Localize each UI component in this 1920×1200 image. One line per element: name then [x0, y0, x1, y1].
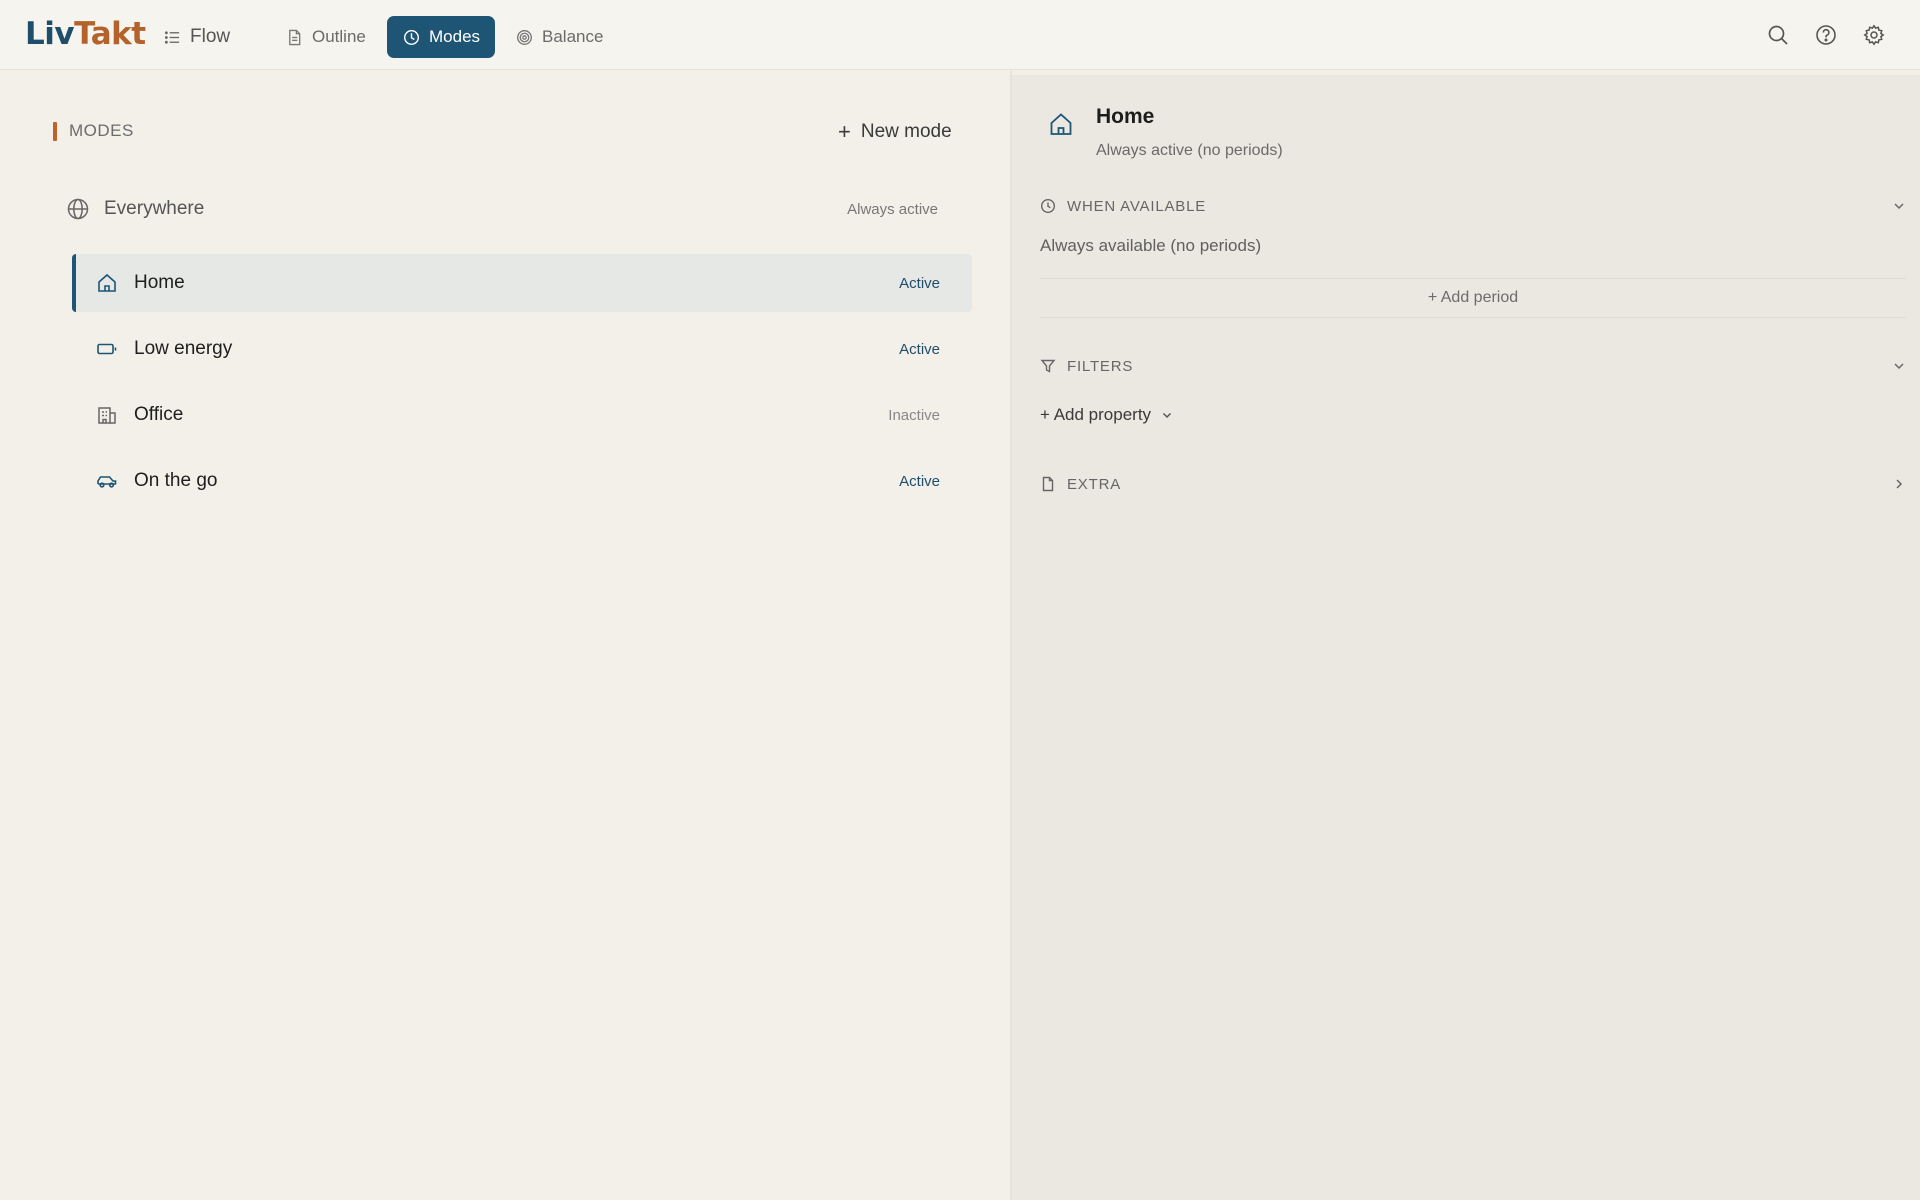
mode-everywhere-status: Always active: [847, 200, 938, 218]
new-mode-label: New mode: [860, 121, 952, 142]
tab-flow-label: Flow: [190, 26, 231, 47]
building-icon: [96, 404, 118, 426]
mode-item-on-the-go[interactable]: On the go Active: [72, 452, 972, 510]
add-property-button[interactable]: + Add property: [1040, 405, 1173, 425]
section-when-available-title: WHEN AVAILABLE: [1067, 197, 1207, 215]
help-icon[interactable]: [1815, 24, 1837, 46]
chevron-down-icon: [1161, 409, 1173, 421]
top-bar: LivTakt Flow Outline Modes Balance: [0, 0, 1920, 70]
availability-text: Always available (no periods): [1040, 236, 1262, 255]
home-icon: [1048, 111, 1074, 137]
modes-accent-bar: [53, 121, 57, 141]
mode-item-label: Home: [134, 272, 185, 293]
tab-balance[interactable]: Balance: [500, 16, 619, 58]
tab-outline-label: Outline: [312, 27, 366, 46]
status-badge: Active: [899, 340, 940, 358]
clock-icon: [1040, 198, 1056, 214]
globe-icon: [66, 197, 90, 221]
tab-flow[interactable]: Flow: [148, 16, 246, 58]
detail-title: Home: [1096, 105, 1155, 128]
section-filters[interactable]: FILTERS: [1040, 351, 1906, 381]
mode-item-office[interactable]: Office Inactive: [72, 386, 972, 444]
plus-icon: +: [838, 119, 851, 144]
mode-detail-panel: Home Always active (no periods) WHEN AVA…: [1012, 75, 1920, 1200]
filter-icon: [1040, 358, 1056, 374]
new-mode-button[interactable]: + New mode: [838, 117, 952, 147]
status-badge: Inactive: [888, 406, 940, 424]
document-icon: [286, 29, 303, 46]
car-icon: [96, 470, 118, 492]
mode-item-label: Low energy: [134, 338, 233, 359]
section-extra-title: EXTRA: [1067, 475, 1122, 493]
modes-title: MODES: [69, 121, 134, 140]
gear-icon[interactable]: [1863, 24, 1885, 46]
modes-panel: MODES + New mode Everywhere Always activ…: [0, 71, 1010, 1200]
section-when-available[interactable]: WHEN AVAILABLE: [1040, 191, 1906, 221]
modes-header: MODES: [53, 121, 134, 141]
logo-text-part2: Takt: [74, 16, 146, 52]
detail-subtitle: Always active (no periods): [1096, 142, 1283, 159]
target-icon: [516, 29, 533, 46]
section-filters-title: FILTERS: [1067, 357, 1134, 375]
chevron-right-icon: [1892, 477, 1906, 491]
document-icon: [1040, 476, 1056, 492]
search-icon[interactable]: [1767, 24, 1789, 46]
app-logo[interactable]: LivTakt: [25, 16, 146, 52]
tab-modes[interactable]: Modes: [387, 16, 495, 58]
mode-everywhere-label: Everywhere: [104, 198, 205, 219]
add-property-label: + Add property: [1040, 405, 1152, 424]
battery-icon: [96, 338, 118, 360]
clock-icon: [403, 29, 420, 46]
mode-everywhere[interactable]: Everywhere Always active: [66, 189, 956, 229]
status-badge: Active: [899, 472, 940, 490]
section-extra[interactable]: EXTRA: [1040, 469, 1906, 499]
tab-modes-label: Modes: [429, 27, 481, 46]
list-icon: [164, 29, 181, 46]
mode-item-low-energy[interactable]: Low energy Active: [72, 320, 972, 378]
tab-balance-label: Balance: [542, 27, 604, 46]
mode-item-label: Office: [134, 404, 184, 425]
home-icon: [96, 272, 118, 294]
logo-text-part1: Liv: [25, 16, 75, 52]
add-period-button[interactable]: + Add period: [1040, 278, 1906, 318]
status-badge: Active: [899, 274, 940, 292]
mode-item-home[interactable]: Home Active: [72, 254, 972, 312]
tab-outline[interactable]: Outline: [270, 16, 382, 58]
chevron-down-icon: [1892, 199, 1906, 213]
mode-item-label: On the go: [134, 470, 218, 491]
chevron-down-icon: [1892, 359, 1906, 373]
